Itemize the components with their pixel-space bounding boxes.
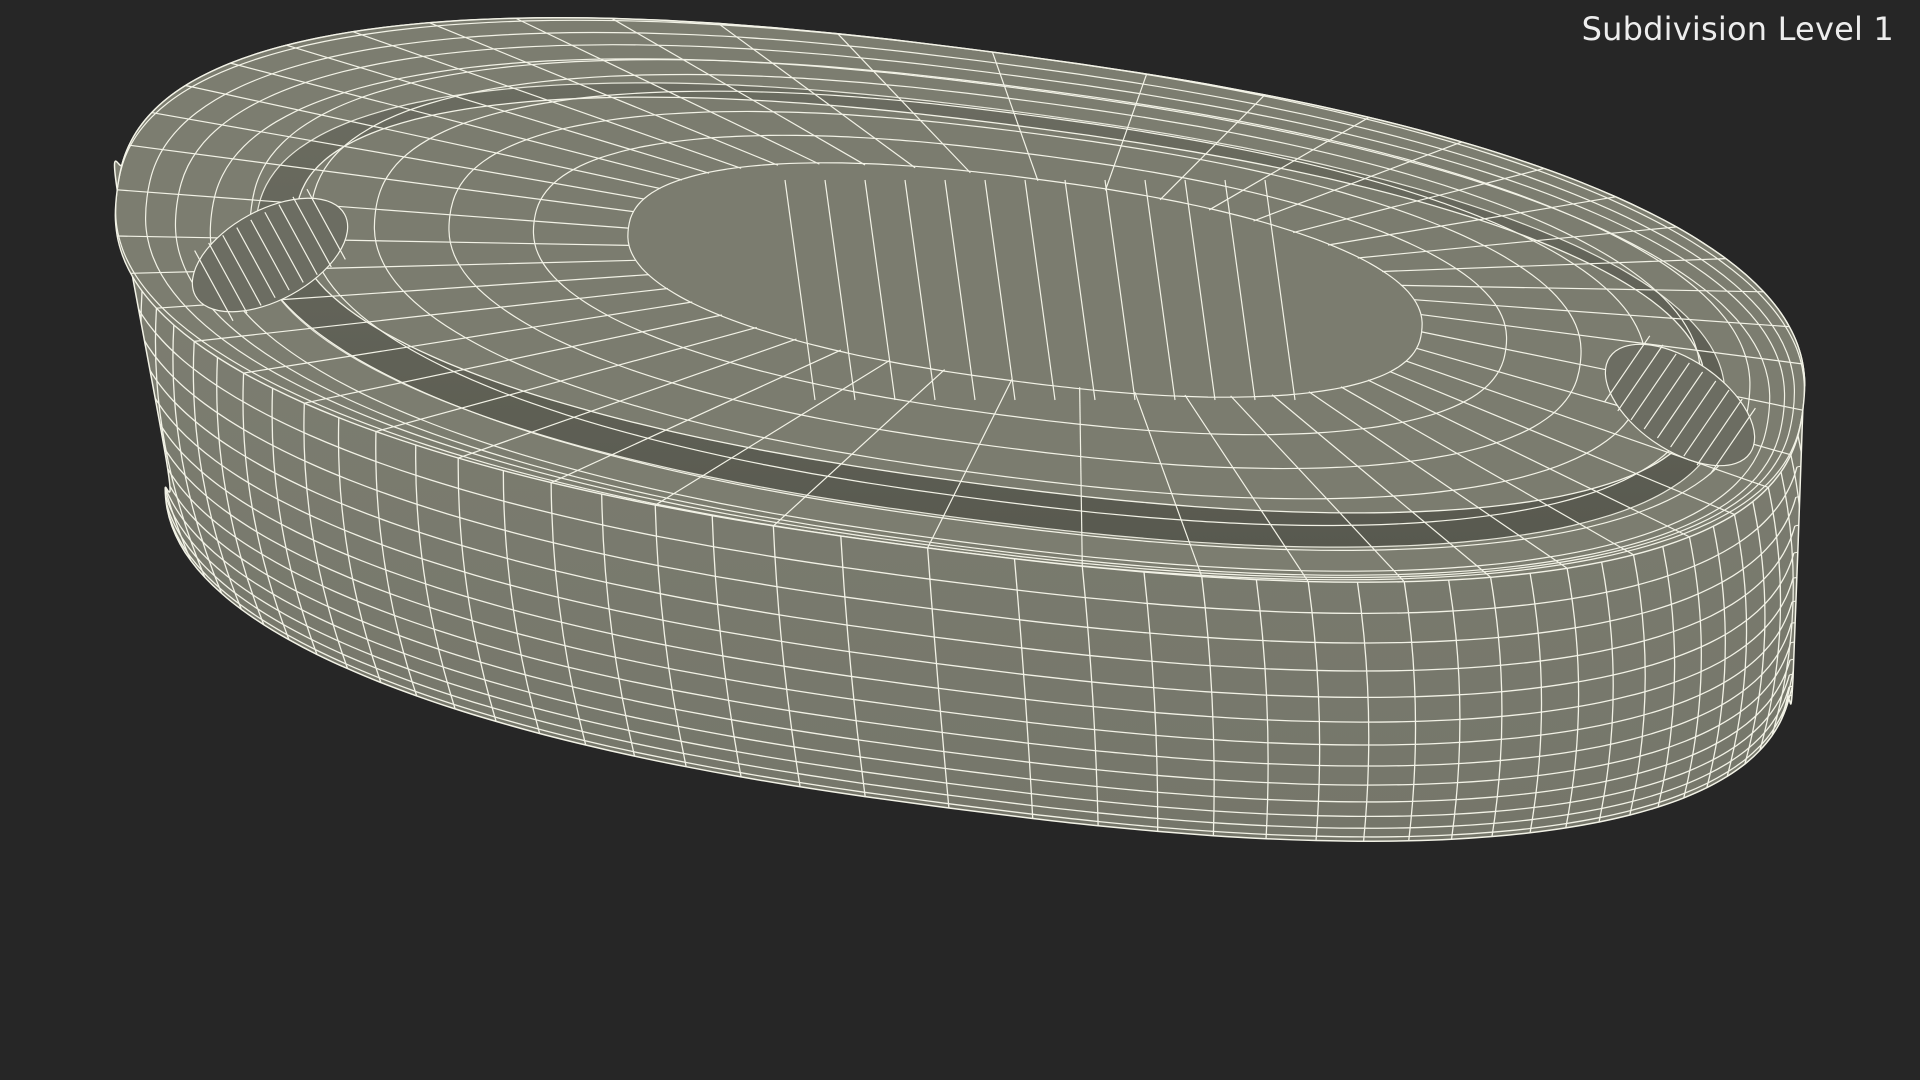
- subdivision-level-label: Subdivision Level 1: [1581, 10, 1894, 48]
- mesh-render: [113, 17, 1806, 842]
- 3d-viewport: Subdivision Level 1: [0, 0, 1920, 1080]
